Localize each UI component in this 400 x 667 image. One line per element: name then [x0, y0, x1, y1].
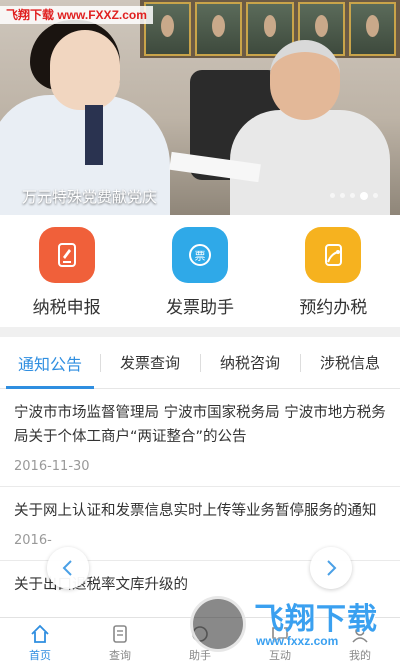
news-tabs: 通知公告 发票查询 纳税咨询 涉税信息: [0, 337, 400, 389]
watermark-top: 飞翔下载 www.FXXZ.com: [0, 6, 153, 24]
appointment-label: 预约办税: [299, 298, 368, 318]
query-icon: [113, 624, 127, 643]
tax-form-icon: [38, 227, 95, 283]
carousel-dot[interactable]: [350, 193, 355, 198]
invoice-icon: 票: [171, 227, 228, 283]
list-item[interactable]: 宁波市市场监督管理局 宁波市国家税务局 宁波市地方税务局关于个体工商户“两证整合…: [0, 389, 400, 487]
tab-notices[interactable]: 通知公告: [0, 337, 100, 389]
news-title: 宁波市市场监督管理局 宁波市国家税务局 宁波市地方税务局关于个体工商户“两证整合…: [14, 405, 386, 445]
interact-icon: [272, 626, 288, 643]
banner-carousel[interactable]: 飞翔下载 www.FXXZ.com 万元特殊党费献党庆: [0, 0, 400, 215]
nav-label: 助手: [189, 648, 211, 662]
appointment-button[interactable]: 预约办税: [267, 215, 400, 327]
news-date: 2016-11-30: [14, 459, 90, 474]
svg-text:票: 票: [194, 250, 205, 263]
home-icon: [31, 624, 49, 643]
carousel-dot-active[interactable]: [360, 192, 368, 200]
next-arrow-button[interactable]: [310, 547, 352, 589]
nav-profile[interactable]: 我的: [320, 618, 400, 667]
carousel-indicator: [330, 192, 378, 200]
tab-invoice-query[interactable]: 发票查询: [100, 337, 200, 388]
carousel-dot[interactable]: [330, 193, 335, 198]
news-title: 关于网上认证和发票信息实时上传等业务暂停服务的通知: [14, 503, 377, 519]
carousel-dot[interactable]: [340, 193, 345, 198]
nav-query[interactable]: 查询: [80, 618, 160, 667]
tax-filing-button[interactable]: 纳税申报: [0, 215, 133, 327]
quick-actions: 纳税申报 票 发票助手 预约办税: [0, 215, 400, 327]
bottom-nav: 首页 查询 助手 互动 我的: [0, 617, 400, 667]
chevron-right-icon: [327, 560, 337, 576]
section-divider: [0, 327, 400, 337]
nav-label: 互动: [269, 648, 291, 662]
banner-photo-elder: [190, 40, 390, 215]
nav-label: 首页: [29, 648, 51, 662]
nav-interact[interactable]: 互动: [240, 618, 320, 667]
nav-home[interactable]: 首页: [0, 618, 80, 667]
appointment-icon: [305, 227, 362, 283]
assistant-icon: [192, 625, 208, 642]
banner-caption: 万元特殊党费献党庆: [22, 188, 158, 206]
profile-icon: [352, 625, 368, 643]
carousel-dot[interactable]: [373, 193, 378, 198]
nav-label: 我的: [349, 648, 371, 662]
nav-label: 查询: [109, 648, 131, 662]
tab-tax-consult[interactable]: 纳税咨询: [200, 337, 300, 388]
tax-filing-label: 纳税申报: [32, 298, 101, 318]
invoice-assistant-label: 发票助手: [165, 298, 234, 318]
invoice-assistant-button[interactable]: 票 发票助手: [133, 215, 266, 327]
chevron-left-icon: [62, 560, 72, 576]
prev-arrow-button[interactable]: [47, 547, 89, 589]
tab-tax-info[interactable]: 涉税信息: [300, 337, 400, 388]
nav-assistant[interactable]: 助手: [160, 618, 240, 667]
app-screen: 飞翔下载 www.FXXZ.com 万元特殊党费献党庆 纳税申报 票 发票助手: [0, 0, 400, 667]
